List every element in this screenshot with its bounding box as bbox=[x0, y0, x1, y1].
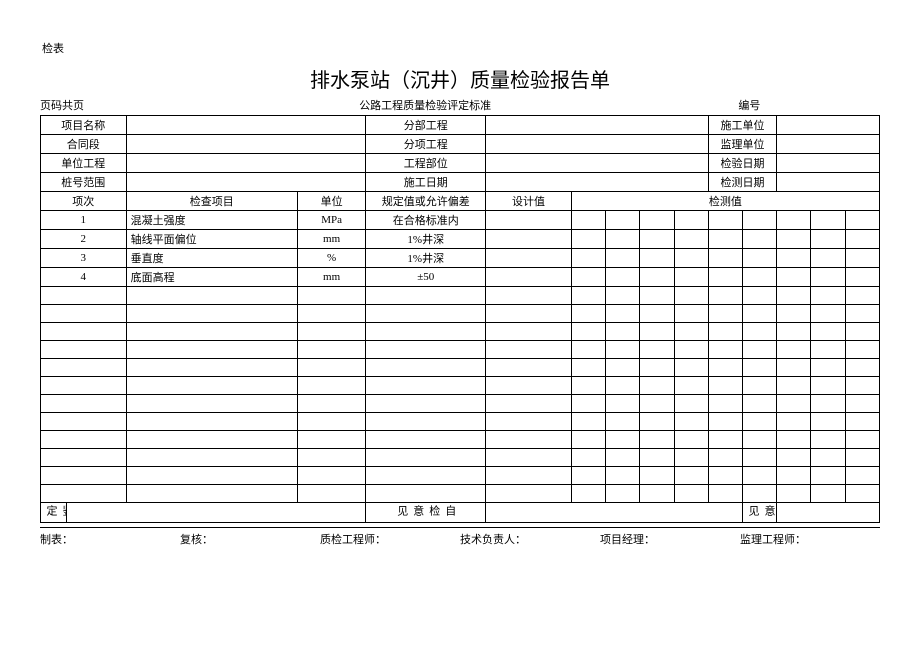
bottom-row: 外观鉴定 自检意见 监理意见 bbox=[41, 503, 880, 523]
spec: 1%井深 bbox=[366, 230, 486, 249]
value-inspect-date bbox=[777, 154, 880, 173]
document-title: 排水泵站（沉井）质量检验报告单 bbox=[40, 64, 880, 93]
footer-signatures: 制表： 复核： 质检工程师： 技术负责人： 项目经理： 监理工程师： bbox=[40, 527, 880, 547]
sig-review: 复核： bbox=[180, 531, 320, 547]
label-measure-date: 检测日期 bbox=[708, 173, 776, 192]
standard-name: 公路工程质量检验评定标准 bbox=[359, 97, 678, 113]
page-indicator: 页码共页 bbox=[40, 97, 359, 113]
empty-row bbox=[41, 449, 880, 467]
info-row-4: 桩号范围 施工日期 检测日期 bbox=[41, 173, 880, 192]
col-unit: 单位 bbox=[297, 192, 365, 211]
seq: 2 bbox=[41, 230, 127, 249]
value-supervise-unit bbox=[777, 135, 880, 154]
empty-row bbox=[41, 287, 880, 305]
value-project-name bbox=[126, 116, 366, 135]
number-label: 编号 bbox=[678, 97, 880, 113]
value-unit-project bbox=[126, 154, 366, 173]
subheader-row: 页码共页 公路工程质量检验评定标准 编号 bbox=[40, 97, 880, 113]
empty-row bbox=[41, 485, 880, 503]
value-part bbox=[486, 154, 709, 173]
design bbox=[486, 211, 572, 230]
table-row: 1 混凝土强度 MPa 在合格标准内 bbox=[41, 211, 880, 230]
spec: 1%井深 bbox=[366, 249, 486, 268]
visual-content bbox=[66, 503, 366, 523]
sig-draft: 制表： bbox=[40, 531, 180, 547]
value-stake bbox=[126, 173, 366, 192]
label-inspect-date: 检验日期 bbox=[708, 154, 776, 173]
col-seq: 项次 bbox=[41, 192, 127, 211]
value-construct-date bbox=[486, 173, 709, 192]
unit: MPa bbox=[297, 211, 365, 230]
sig-pm: 项目经理： bbox=[600, 531, 740, 547]
unit: % bbox=[297, 249, 365, 268]
empty-row bbox=[41, 431, 880, 449]
top-label: 检表 bbox=[42, 40, 880, 56]
label-unit-project: 单位工程 bbox=[41, 154, 127, 173]
seq: 1 bbox=[41, 211, 127, 230]
sig-supervise: 监理工程师： bbox=[740, 531, 880, 547]
spec: ±50 bbox=[366, 268, 486, 287]
item: 轴线平面偏位 bbox=[126, 230, 297, 249]
report-table: 项目名称 分部工程 施工单位 合同段 分项工程 监理单位 单位工程 工程部位 检… bbox=[40, 115, 880, 523]
label-subitem: 分项工程 bbox=[366, 135, 486, 154]
supervise-content bbox=[777, 503, 880, 523]
col-spec: 规定值或允许偏差 bbox=[366, 192, 486, 211]
empty-row bbox=[41, 341, 880, 359]
label-part: 工程部位 bbox=[366, 154, 486, 173]
table-row: 4 底面高程 mm ±50 bbox=[41, 268, 880, 287]
empty-row bbox=[41, 359, 880, 377]
table-row: 3 垂直度 % 1%井深 bbox=[41, 249, 880, 268]
empty-row bbox=[41, 377, 880, 395]
col-item: 检查项目 bbox=[126, 192, 297, 211]
supervise-label: 监理意见 bbox=[742, 503, 776, 523]
design bbox=[486, 230, 572, 249]
col-measure: 检测值 bbox=[571, 192, 879, 211]
visual-label: 外观鉴定 bbox=[41, 503, 67, 523]
value-measure-date bbox=[777, 173, 880, 192]
seq: 4 bbox=[41, 268, 127, 287]
value-contract bbox=[126, 135, 366, 154]
value-subproject bbox=[486, 116, 709, 135]
label-construct-date: 施工日期 bbox=[366, 173, 486, 192]
info-row-2: 合同段 分项工程 监理单位 bbox=[41, 135, 880, 154]
info-row-1: 项目名称 分部工程 施工单位 bbox=[41, 116, 880, 135]
sig-tech: 技术负责人： bbox=[460, 531, 600, 547]
label-supervise-unit: 监理单位 bbox=[708, 135, 776, 154]
label-project-name: 项目名称 bbox=[41, 116, 127, 135]
label-contract: 合同段 bbox=[41, 135, 127, 154]
value-construct-unit bbox=[777, 116, 880, 135]
item: 混凝土强度 bbox=[126, 211, 297, 230]
empty-row bbox=[41, 467, 880, 485]
design bbox=[486, 268, 572, 287]
empty-row bbox=[41, 305, 880, 323]
empty-row bbox=[41, 395, 880, 413]
col-design: 设计值 bbox=[486, 192, 572, 211]
sig-qc: 质检工程师： bbox=[320, 531, 460, 547]
selfcheck-label: 自检意见 bbox=[366, 503, 486, 523]
empty-row bbox=[41, 323, 880, 341]
label-construct-unit: 施工单位 bbox=[708, 116, 776, 135]
table-header: 项次 检查项目 单位 规定值或允许偏差 设计值 检测值 bbox=[41, 192, 880, 211]
item: 底面高程 bbox=[126, 268, 297, 287]
seq: 3 bbox=[41, 249, 127, 268]
selfcheck-content bbox=[486, 503, 743, 523]
design bbox=[486, 249, 572, 268]
value-subitem bbox=[486, 135, 709, 154]
unit: mm bbox=[297, 230, 365, 249]
info-row-3: 单位工程 工程部位 检验日期 bbox=[41, 154, 880, 173]
empty-row bbox=[41, 413, 880, 431]
label-subproject: 分部工程 bbox=[366, 116, 486, 135]
table-row: 2 轴线平面偏位 mm 1%井深 bbox=[41, 230, 880, 249]
unit: mm bbox=[297, 268, 365, 287]
item: 垂直度 bbox=[126, 249, 297, 268]
label-stake: 桩号范围 bbox=[41, 173, 127, 192]
spec: 在合格标准内 bbox=[366, 211, 486, 230]
